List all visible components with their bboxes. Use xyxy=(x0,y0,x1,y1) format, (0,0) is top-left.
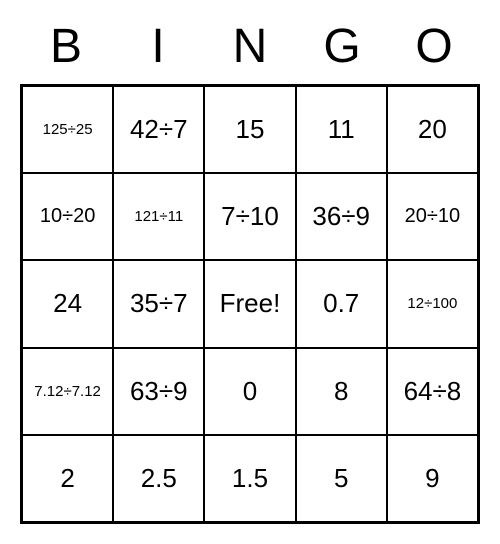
bingo-cell[interactable]: 125÷25 xyxy=(22,86,113,173)
bingo-grid: 125÷2542÷715112010÷20121÷117÷1036÷920÷10… xyxy=(20,84,480,524)
bingo-cell[interactable]: 8 xyxy=(296,348,387,435)
bingo-header-row: B I N G O xyxy=(20,15,480,84)
bingo-card: B I N G O 125÷2542÷715112010÷20121÷117÷1… xyxy=(20,15,480,524)
bingo-cell[interactable]: 36÷9 xyxy=(296,173,387,260)
bingo-cell[interactable]: 20 xyxy=(387,86,478,173)
bingo-cell[interactable]: 1.5 xyxy=(204,435,295,522)
bingo-cell[interactable]: 0 xyxy=(204,348,295,435)
bingo-cell[interactable]: 7.12÷7.12 xyxy=(22,348,113,435)
bingo-cell[interactable]: 11 xyxy=(296,86,387,173)
header-b: B xyxy=(20,15,112,84)
header-i: I xyxy=(112,15,204,84)
bingo-cell[interactable]: 121÷11 xyxy=(113,173,204,260)
bingo-cell[interactable]: 9 xyxy=(387,435,478,522)
bingo-cell[interactable]: 35÷7 xyxy=(113,260,204,347)
bingo-cell[interactable]: 64÷8 xyxy=(387,348,478,435)
bingo-cell[interactable]: 24 xyxy=(22,260,113,347)
bingo-cell[interactable]: 7÷10 xyxy=(204,173,295,260)
bingo-cell[interactable]: 10÷20 xyxy=(22,173,113,260)
bingo-cell[interactable]: 2 xyxy=(22,435,113,522)
bingo-cell[interactable]: Free! xyxy=(204,260,295,347)
bingo-cell[interactable]: 42÷7 xyxy=(113,86,204,173)
bingo-cell[interactable]: 12÷100 xyxy=(387,260,478,347)
bingo-cell[interactable]: 20÷10 xyxy=(387,173,478,260)
bingo-cell[interactable]: 63÷9 xyxy=(113,348,204,435)
bingo-cell[interactable]: 15 xyxy=(204,86,295,173)
bingo-cell[interactable]: 0.7 xyxy=(296,260,387,347)
header-n: N xyxy=(204,15,296,84)
bingo-cell[interactable]: 5 xyxy=(296,435,387,522)
header-g: G xyxy=(296,15,388,84)
bingo-cell[interactable]: 2.5 xyxy=(113,435,204,522)
header-o: O xyxy=(388,15,480,84)
